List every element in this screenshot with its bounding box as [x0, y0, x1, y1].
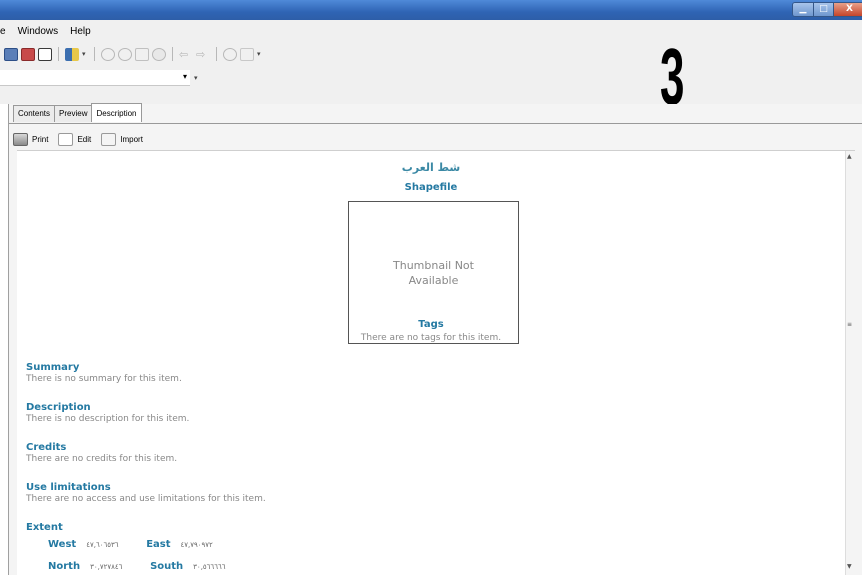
scroll-grip-icon[interactable]: ≡ [847, 321, 852, 328]
catalog-panel: Contents Preview Description Print Edit … [8, 103, 862, 575]
menu-help[interactable]: Help [70, 24, 91, 40]
toolbar-dropdown-icon[interactable]: ▾ [194, 74, 200, 82]
edit-icon [58, 132, 74, 146]
forward-icon[interactable]: ⇨ [196, 48, 210, 61]
close-button[interactable]: X [833, 3, 862, 16]
west-label: West [48, 539, 77, 550]
tags-heading: Tags [418, 319, 444, 330]
create-thumbnail-icon[interactable] [240, 47, 254, 61]
tab-description[interactable]: Description [91, 103, 142, 122]
extent-heading: Extent [26, 522, 63, 533]
section-heading: Summary [26, 362, 80, 373]
item-type: Shapefile [404, 182, 458, 193]
description-section: Description There is no description for … [26, 402, 189, 425]
north-value: ٣٠,٧٢٧٨٤٦ [90, 563, 123, 571]
scroll-down-icon[interactable]: ▼ [847, 563, 852, 570]
south-label: South [150, 561, 184, 572]
vertical-scrollbar[interactable]: ▲ ≡ ▼ [845, 151, 855, 575]
south-value: ٣٠,٥٦٦٦٦٦ [193, 563, 226, 571]
tab-contents[interactable]: Contents [13, 105, 56, 122]
toolbar-dropdown-icon[interactable]: ▾ [82, 50, 88, 58]
item-title: شط العرب [401, 161, 461, 174]
location-combo[interactable]: ▾ [0, 70, 190, 86]
section-text: There are no access and use limitations … [26, 494, 266, 504]
zoom-out-icon[interactable] [118, 47, 132, 61]
toolbar-separator [58, 47, 59, 61]
full-extent-icon[interactable] [152, 47, 166, 61]
section-text: There is no summary for this item. [26, 374, 182, 384]
python-icon[interactable] [65, 47, 79, 61]
summary-section: Summary There is no summary for this ite… [26, 362, 182, 385]
extent-row-north-south: North ٣٠,٧٢٧٨٤٦ South ٣٠,٥٦٦٦٦٦ [48, 561, 253, 572]
north-label: North [48, 561, 81, 572]
chevron-down-icon[interactable]: ▾ [183, 72, 187, 81]
minimize-button[interactable]: ▁ [793, 3, 813, 16]
pan-icon[interactable] [135, 47, 149, 61]
metadata-document: شط العرب Shapefile Thumbnail Not Availab… [17, 150, 855, 575]
window-icon[interactable] [38, 47, 52, 61]
tab-divider [9, 123, 862, 124]
window-titlebar: ▁ □ X [0, 0, 862, 20]
section-heading: Description [26, 402, 91, 413]
toolbar-separator [216, 47, 217, 61]
section-text: There is no description for this item. [26, 414, 190, 424]
scroll-up-icon[interactable]: ▲ [847, 153, 852, 160]
identify-icon[interactable] [223, 47, 237, 61]
main-toolbar: ▾ ⇦ ⇨ ▾ [4, 44, 263, 64]
import-button[interactable]: Import [101, 132, 143, 146]
section-heading: Credits [26, 442, 67, 453]
west-value: ٤٧,٦٠٦٥٣٦ [86, 541, 119, 549]
catalog-icon[interactable] [4, 47, 18, 61]
description-actions: Print Edit Import [13, 129, 143, 149]
toolbar-separator [94, 47, 95, 61]
connect-icon[interactable] [21, 47, 35, 61]
menu-windows[interactable]: Windows [18, 24, 59, 40]
extent-row-west-east: West ٤٧,٦٠٦٥٣٦ East ٤٧,٧٩٠٩٧٢ [48, 539, 241, 550]
back-icon[interactable]: ⇦ [179, 48, 193, 61]
location-row: ▾ ▾ [0, 70, 200, 86]
app-chrome: e Windows Help ▾ ⇦ ⇨ ▾ ▾ ▾ [0, 20, 862, 104]
edit-label: Edit [77, 134, 92, 144]
import-label: Import [120, 134, 143, 144]
east-label: East [146, 539, 171, 550]
menu-file[interactable]: e [0, 24, 6, 40]
use-limitations-section: Use limitations There are no access and … [26, 482, 266, 505]
toolbar-dropdown-icon[interactable]: ▾ [257, 50, 263, 58]
east-value: ٤٧,٧٩٠٩٧٢ [180, 541, 213, 549]
printer-icon [13, 132, 28, 146]
zoom-in-icon[interactable] [101, 47, 115, 61]
toolbar-separator [172, 47, 173, 61]
thumbnail-text: Thumbnail Not Available [393, 258, 474, 287]
edit-button[interactable]: Edit [58, 132, 92, 146]
panel-tabs: Contents Preview Description [13, 103, 142, 123]
section-text: There are no credits for this item. [26, 454, 178, 464]
tab-preview[interactable]: Preview [54, 105, 93, 122]
maximize-button[interactable]: □ [813, 3, 833, 16]
tags-text: There are no tags for this item. [360, 333, 502, 343]
credits-section: Credits There are no credits for this it… [26, 442, 177, 465]
print-label: Print [32, 134, 49, 144]
window-controls: ▁ □ X [792, 2, 862, 17]
section-heading: Use limitations [26, 482, 111, 493]
import-icon [101, 132, 117, 146]
menu-bar: e Windows Help [0, 24, 91, 40]
print-button[interactable]: Print [13, 132, 49, 146]
